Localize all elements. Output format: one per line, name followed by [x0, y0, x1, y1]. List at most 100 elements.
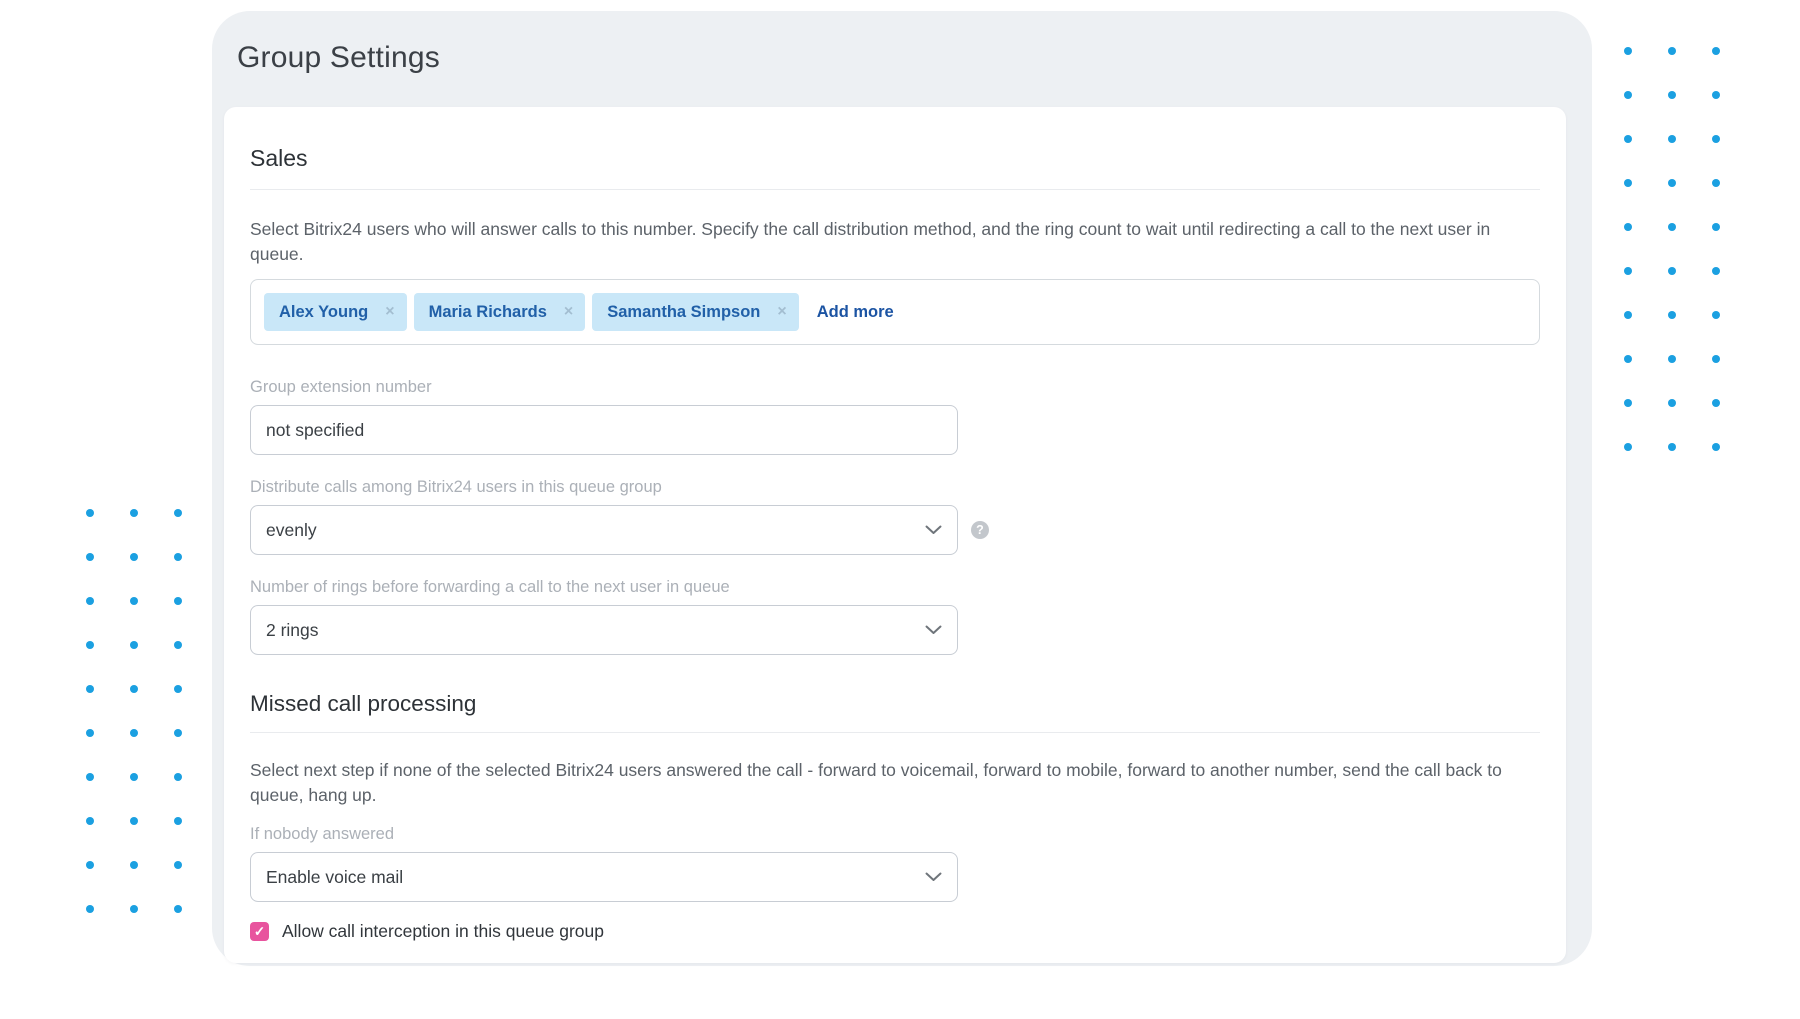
divider — [250, 732, 1540, 733]
dot — [174, 641, 182, 649]
dot — [130, 641, 138, 649]
chevron-down-icon — [925, 625, 942, 635]
dot — [1712, 355, 1720, 363]
dot — [174, 685, 182, 693]
check-icon: ✓ — [254, 925, 265, 939]
dot — [1624, 47, 1632, 55]
queue-description: Select Bitrix24 users who will answer ca… — [250, 217, 1540, 267]
remove-member-icon[interactable]: × — [777, 304, 786, 320]
if-nobody-answered-select[interactable]: Enable voice mail — [250, 852, 958, 902]
dot — [1668, 399, 1676, 407]
dot — [130, 861, 138, 869]
member-chip[interactable]: Maria Richards × — [414, 293, 586, 331]
group-settings-panel: Group Settings Sales Select Bitrix24 use… — [212, 11, 1592, 966]
group-name-heading: Sales — [250, 145, 1540, 172]
dot — [174, 509, 182, 517]
ring-count-value: 2 rings — [266, 620, 319, 641]
dot — [1624, 311, 1632, 319]
dot — [1668, 47, 1676, 55]
dot — [1624, 443, 1632, 451]
member-chip[interactable]: Samantha Simpson × — [592, 293, 798, 331]
dot — [1624, 399, 1632, 407]
dot — [1668, 223, 1676, 231]
dot — [1712, 135, 1720, 143]
dot — [1712, 399, 1720, 407]
dot — [1624, 91, 1632, 99]
decorative-dots-left — [86, 509, 182, 913]
dot — [86, 905, 94, 913]
dot — [1624, 355, 1632, 363]
dot — [174, 597, 182, 605]
dot — [130, 905, 138, 913]
dot — [1668, 443, 1676, 451]
distribution-method-value: evenly — [266, 520, 317, 541]
dot — [1712, 91, 1720, 99]
ring-count-label: Number of rings before forwarding a call… — [250, 578, 1540, 597]
call-interception-checkbox[interactable]: ✓ — [250, 922, 269, 941]
dot — [174, 817, 182, 825]
dot — [1668, 135, 1676, 143]
chevron-down-icon — [925, 525, 942, 535]
dot — [1712, 179, 1720, 187]
dot — [1624, 223, 1632, 231]
if-nobody-answered-label: If nobody answered — [250, 825, 1540, 844]
page-title: Group Settings — [237, 41, 440, 75]
ring-count-select[interactable]: 2 rings — [250, 605, 958, 655]
distribution-method-select[interactable]: evenly — [250, 505, 958, 555]
dot — [1712, 311, 1720, 319]
dot — [174, 905, 182, 913]
member-chip-label: Alex Young — [279, 303, 368, 322]
dot — [130, 509, 138, 517]
dot — [1712, 47, 1720, 55]
dot — [86, 729, 94, 737]
dot — [1668, 311, 1676, 319]
divider — [250, 189, 1540, 190]
dot — [1668, 355, 1676, 363]
call-interception-label: Allow call interception in this queue gr… — [282, 921, 604, 942]
dot — [1712, 443, 1720, 451]
extension-number-label: Group extension number — [250, 378, 1540, 397]
distribution-method-row: evenly ? — [250, 497, 1540, 555]
dot — [1668, 179, 1676, 187]
extension-number-input[interactable] — [250, 405, 958, 455]
dot — [130, 817, 138, 825]
group-settings-card: Sales Select Bitrix24 users who will ans… — [224, 107, 1566, 963]
add-more-link[interactable]: Add more — [817, 303, 894, 322]
dot — [130, 729, 138, 737]
distribution-method-label: Distribute calls among Bitrix24 users in… — [250, 478, 1540, 497]
queue-members-field[interactable]: Alex Young × Maria Richards × Samantha S… — [250, 279, 1540, 345]
dot — [86, 553, 94, 561]
dot — [1668, 91, 1676, 99]
dot — [1624, 135, 1632, 143]
decorative-dots-right — [1624, 47, 1720, 451]
dot — [86, 597, 94, 605]
dot — [86, 641, 94, 649]
remove-member-icon[interactable]: × — [385, 304, 394, 320]
dot — [1712, 267, 1720, 275]
dot — [1712, 223, 1720, 231]
dot — [86, 861, 94, 869]
member-chip-label: Maria Richards — [429, 303, 547, 322]
dot — [174, 773, 182, 781]
dot — [86, 685, 94, 693]
dot — [130, 773, 138, 781]
member-chip-label: Samantha Simpson — [607, 303, 760, 322]
dot — [130, 597, 138, 605]
call-interception-row: ✓ Allow call interception in this queue … — [250, 921, 1540, 942]
member-chip[interactable]: Alex Young × — [264, 293, 407, 331]
missed-call-heading: Missed call processing — [250, 691, 1540, 717]
dot — [86, 773, 94, 781]
dot — [174, 729, 182, 737]
dot — [86, 817, 94, 825]
dot — [130, 685, 138, 693]
remove-member-icon[interactable]: × — [564, 304, 573, 320]
dot — [1624, 179, 1632, 187]
missed-call-description: Select next step if none of the selected… — [250, 758, 1540, 808]
dot — [130, 553, 138, 561]
dot — [1624, 267, 1632, 275]
dot — [174, 553, 182, 561]
dot — [1668, 267, 1676, 275]
help-icon[interactable]: ? — [971, 521, 989, 539]
dot — [86, 509, 94, 517]
chevron-down-icon — [925, 872, 942, 882]
